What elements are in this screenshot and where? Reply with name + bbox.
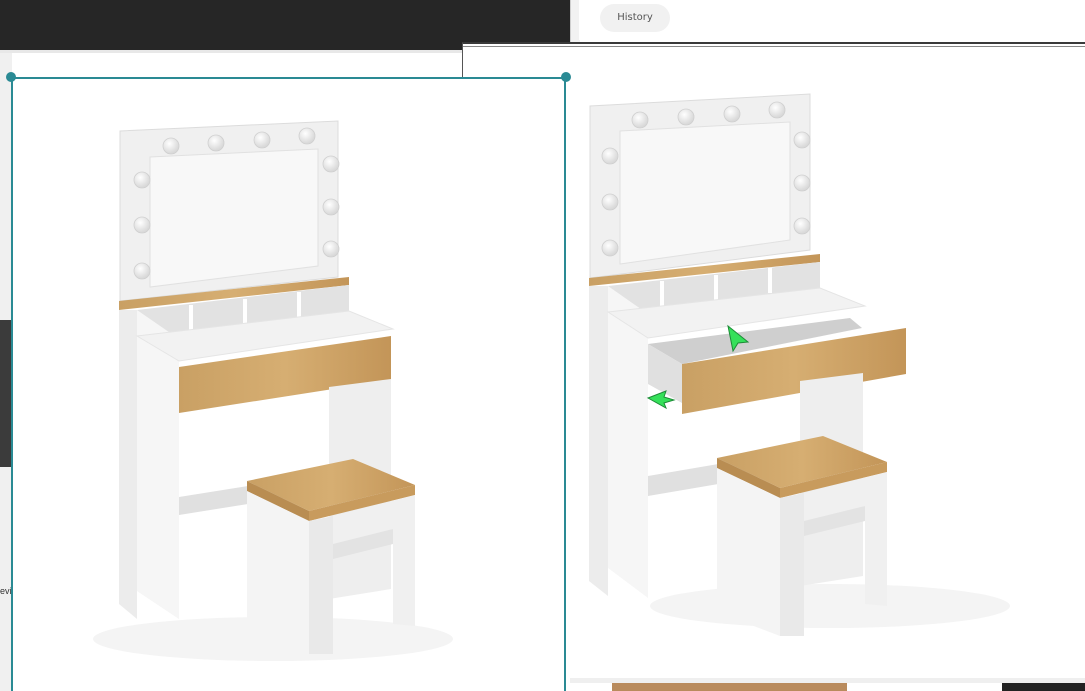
bottom-dark-fragment (1002, 683, 1085, 691)
history-button[interactable]: History (600, 4, 670, 32)
vanity-closed-image (93, 120, 453, 661)
vanity-open-drawer-image (589, 93, 1010, 636)
bottom-wood-fragment (612, 683, 847, 691)
background-photo-fragment (0, 320, 11, 467)
background-text-fragment: evi (0, 586, 12, 596)
